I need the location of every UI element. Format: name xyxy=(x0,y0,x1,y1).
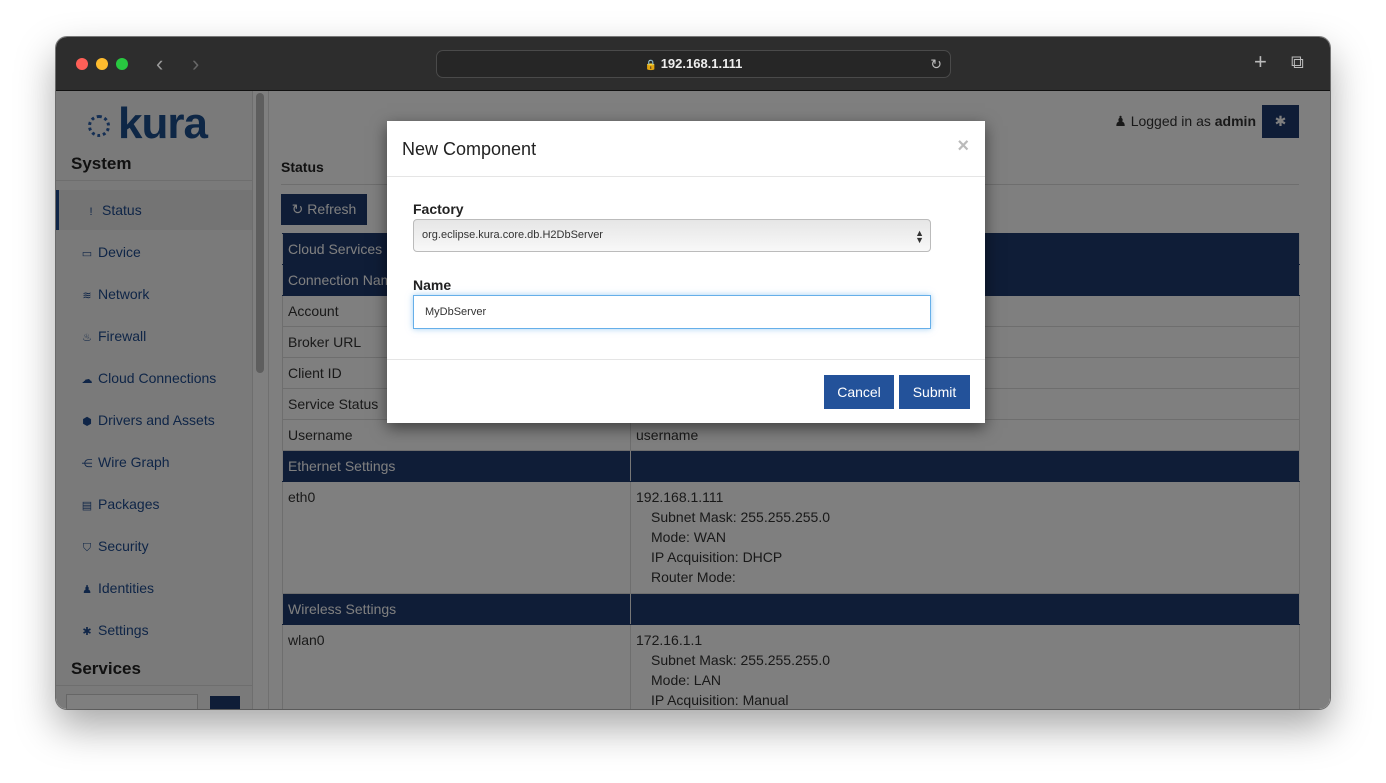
lock-icon: 🔒 xyxy=(644,60,658,71)
name-label: Name xyxy=(413,277,452,293)
tabs-overview-icon[interactable]: ⧉ xyxy=(1291,52,1304,73)
name-input[interactable]: MyDbServer xyxy=(413,295,931,329)
factory-select[interactable]: org.eclipse.kura.core.db.H2DbServer ▲ ▼ xyxy=(413,219,931,252)
minimize-window-button[interactable] xyxy=(96,58,108,70)
cancel-button[interactable]: Cancel xyxy=(824,375,894,409)
browser-window: ‹ › 🔒 192.168.1.111 ↻ + ⧉ kura System !St… xyxy=(56,37,1330,709)
submit-button[interactable]: Submit xyxy=(899,375,970,409)
factory-label: Factory xyxy=(413,201,464,217)
url-text: 192.168.1.111 xyxy=(660,56,743,71)
forward-icon[interactable]: › xyxy=(192,51,199,77)
close-icon[interactable]: × xyxy=(957,135,969,158)
back-icon[interactable]: ‹ xyxy=(156,51,163,77)
select-arrows-icon: ▲ ▼ xyxy=(915,228,924,245)
new-component-dialog: New Component × Factory org.eclipse.kura… xyxy=(387,121,985,423)
reload-icon[interactable]: ↻ xyxy=(930,51,942,77)
maximize-window-button[interactable] xyxy=(116,58,128,70)
dialog-title: New Component xyxy=(387,121,985,177)
browser-titlebar: ‹ › 🔒 192.168.1.111 ↻ + ⧉ xyxy=(56,37,1330,91)
address-bar[interactable]: 🔒 192.168.1.111 ↻ xyxy=(436,50,951,78)
page-content: kura System !Status▭Device≋Network♨Firew… xyxy=(56,91,1330,709)
close-window-button[interactable] xyxy=(76,58,88,70)
new-tab-icon[interactable]: + xyxy=(1254,49,1267,75)
